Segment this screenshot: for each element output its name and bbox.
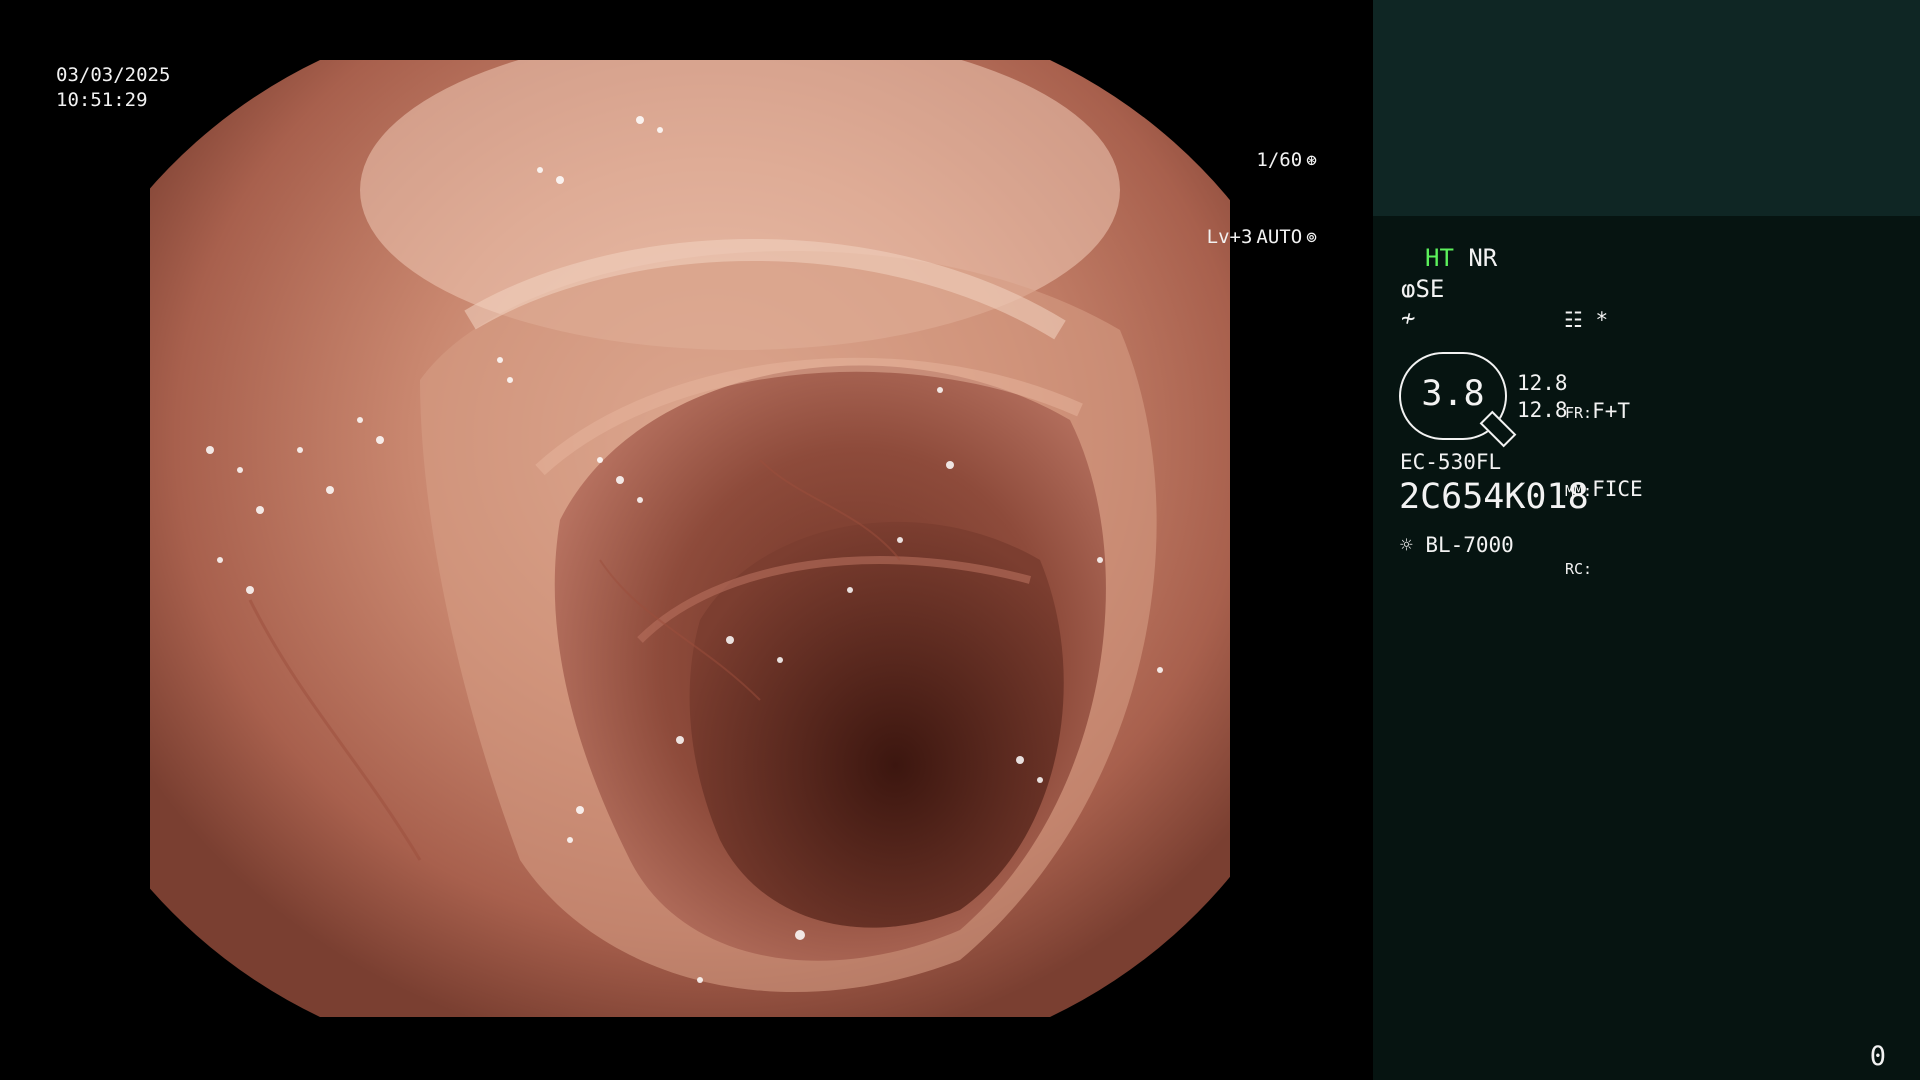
enhancement-icon: ⱷ xyxy=(1401,275,1416,303)
endoscope-video-view: 03/03/2025 10:51:29 1/60 ⊛ Lv+3 AUTO ⊚ xyxy=(0,0,1373,1080)
badge-tab xyxy=(1479,410,1517,448)
fr-label: FR: xyxy=(1565,404,1593,422)
endoscopic-image xyxy=(150,60,1230,1017)
menu-star-row: ☷ * xyxy=(1564,306,1608,334)
magnification-value: 3.8 xyxy=(1421,374,1485,414)
aperture-icon: ⊛ xyxy=(1306,149,1317,171)
se-indicator: SE xyxy=(1415,275,1445,303)
page-number: 0 xyxy=(1869,1041,1886,1072)
fr-value: F+T xyxy=(1592,399,1631,423)
mm-value: FICE xyxy=(1592,477,1643,501)
value-1: 12.8 xyxy=(1517,371,1568,395)
level-text: Lv+3 xyxy=(1206,226,1253,248)
iris-icon: ⊚ xyxy=(1306,226,1317,248)
sun-icon: ☼ xyxy=(1400,533,1413,557)
panel-header-area xyxy=(1373,0,1920,216)
shutter-speed-text: 1/60 xyxy=(1256,149,1303,171)
date-text: 03/03/2025 xyxy=(56,64,171,86)
scope-model: EC-530FL xyxy=(1400,450,1502,474)
rc-row: RC: xyxy=(1565,554,1652,582)
shutter-row: 1/60 ⊛ xyxy=(1207,148,1317,173)
curve-icon: ≁ xyxy=(1401,304,1416,332)
exposure-row: Lv+3 AUTO ⊚ xyxy=(1207,225,1317,250)
status-panel: HT NR ⱷSE ≁ ☷ * 3.8 12.8 12.8 FR:F+T MM:F… xyxy=(1373,0,1920,1080)
date-time-readout: 03/03/2025 10:51:29 xyxy=(56,63,170,113)
se-row: ⱷSE xyxy=(1401,275,1444,303)
light-source-text: BL-7000 xyxy=(1425,533,1514,557)
rc-label: RC: xyxy=(1565,560,1593,578)
light-source-row: ☼ BL-7000 xyxy=(1400,531,1514,559)
exposure-readout: 1/60 ⊛ Lv+3 AUTO ⊚ xyxy=(1207,98,1317,300)
ht-nr-row: HT NR xyxy=(1425,244,1497,272)
nr-indicator: NR xyxy=(1468,244,1498,272)
numeric-values: 12.8 12.8 xyxy=(1517,370,1568,424)
magnification-badge: 3.8 xyxy=(1399,352,1517,448)
endoscopy-display: 03/03/2025 10:51:29 1/60 ⊛ Lv+3 AUTO ⊚ HT… xyxy=(0,0,1920,1080)
fr-row: FR:F+T xyxy=(1565,398,1652,426)
star-indicator: * xyxy=(1595,308,1609,332)
value-2: 12.8 xyxy=(1517,398,1568,422)
scope-serial: 2C654K018 xyxy=(1399,477,1589,517)
time-text: 10:51:29 xyxy=(56,89,148,111)
settings-panel-icon: ☷ xyxy=(1564,308,1583,332)
ht-indicator: HT xyxy=(1425,244,1454,272)
exposure-mode-text: AUTO xyxy=(1256,226,1303,248)
